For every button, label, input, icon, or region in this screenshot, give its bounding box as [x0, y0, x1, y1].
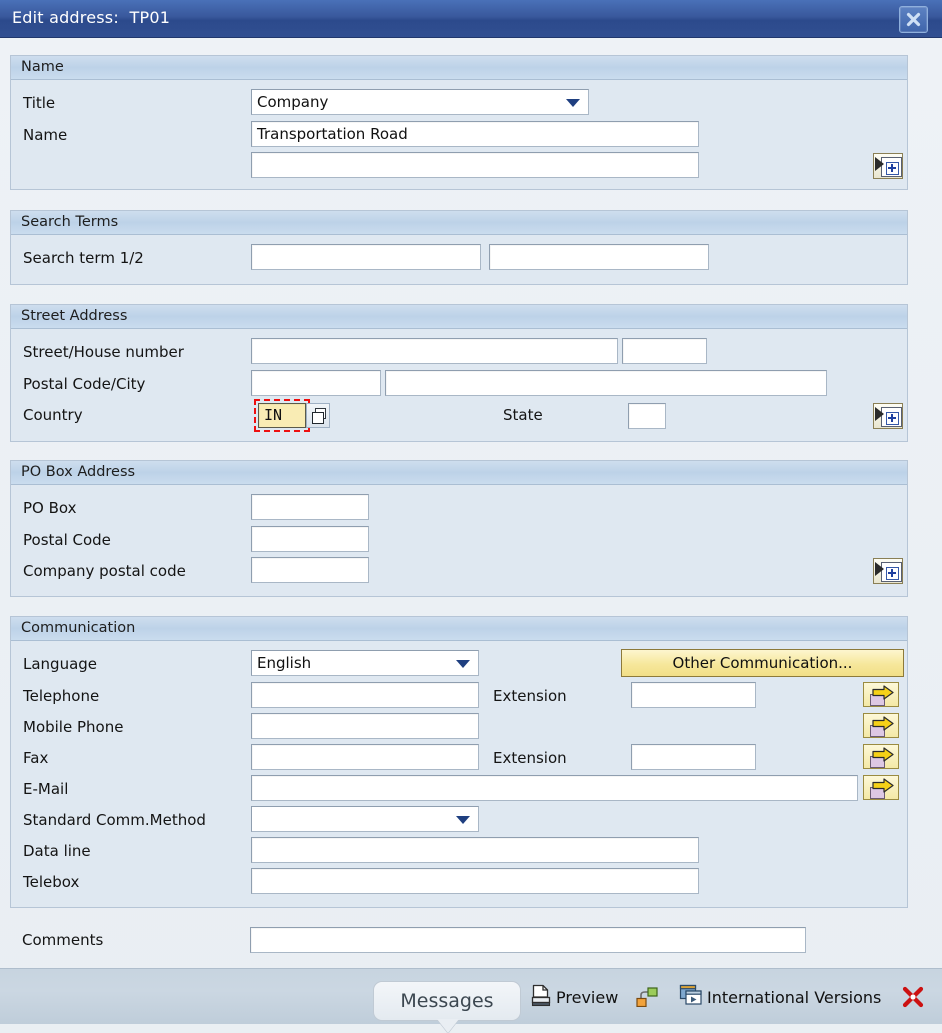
goto-arrow-icon-telephone[interactable] [863, 682, 899, 707]
details-expand-icon-pobox[interactable] [873, 558, 903, 584]
panel-street-address: Street Address Street/House number Posta… [10, 304, 908, 442]
telephone-input[interactable] [251, 682, 479, 708]
name-input[interactable]: Transportation Road [251, 121, 699, 147]
goto-arrow-icon-fax[interactable] [863, 744, 899, 769]
label-po-postal-code: Postal Code [23, 531, 111, 549]
label-po-box: PO Box [23, 499, 77, 517]
city-input[interactable] [385, 370, 827, 396]
label-name: Name [23, 126, 68, 144]
international-versions-icon [679, 984, 703, 1010]
telephone-extension-input[interactable] [631, 682, 756, 708]
language-dropdown-value: English [257, 654, 312, 672]
label-telephone: Telephone [23, 687, 100, 705]
tooltip-tail [437, 1019, 459, 1033]
email-input[interactable] [251, 775, 858, 801]
panel-search-terms-header-label: Search Terms [21, 214, 119, 230]
house-number-input[interactable] [622, 338, 707, 364]
panel-name-header-label: Name [21, 59, 64, 75]
edit-address-dialog: Edit address: TP01 Name Title Company Na… [0, 0, 942, 1033]
print-preview-icon [531, 984, 552, 1011]
country-input[interactable]: IN [258, 403, 306, 428]
footer-toolbar: Messages Preview International Versions [0, 968, 942, 1033]
search-term-2-input[interactable] [489, 244, 709, 270]
label-title: Title [23, 94, 56, 112]
label-street-house-number: Street/House number [23, 343, 184, 361]
label-state: State [503, 406, 543, 424]
panel-street-address-header-label: Street Address [21, 308, 128, 324]
fax-extension-input[interactable] [631, 744, 756, 770]
label-mobile-phone: Mobile Phone [23, 718, 124, 736]
postal-code-input[interactable] [251, 370, 381, 396]
chevron-down-icon [566, 99, 580, 107]
relationship-button[interactable] [635, 985, 659, 1011]
panel-po-box-address: PO Box Address PO Box Postal Code Compan… [10, 460, 908, 597]
po-postal-code-input[interactable] [251, 526, 369, 552]
title-dropdown[interactable]: Company [251, 89, 589, 115]
cancel-red-x-icon[interactable] [901, 985, 925, 1009]
search-help-icon-country[interactable] [306, 403, 330, 428]
panel-name-header: Name [11, 56, 907, 80]
label-telebox: Telebox [23, 873, 80, 891]
label-comments: Comments [22, 931, 104, 949]
state-input[interactable] [628, 403, 666, 429]
international-versions-button[interactable]: International Versions [679, 984, 881, 1010]
data-line-input[interactable] [251, 837, 699, 863]
relationship-icon [635, 985, 659, 1011]
label-email: E-Mail [23, 780, 69, 798]
close-icon[interactable] [899, 6, 928, 33]
label-telephone-extension: Extension [493, 687, 567, 705]
window-title: Edit address: TP01 [12, 8, 171, 27]
name2-input[interactable] [251, 152, 699, 178]
mobile-phone-input[interactable] [251, 713, 479, 739]
messages-button[interactable]: Messages [373, 981, 521, 1033]
label-fax-extension: Extension [493, 749, 567, 767]
label-fax: Fax [23, 749, 49, 767]
details-expand-icon-name[interactable] [873, 153, 903, 179]
title-dropdown-value: Company [257, 93, 329, 111]
standard-comm-method-dropdown[interactable] [251, 806, 479, 832]
messages-button-label: Messages [400, 990, 494, 1012]
international-versions-label: International Versions [707, 987, 882, 1007]
po-box-input[interactable] [251, 494, 369, 520]
fax-input[interactable] [251, 744, 479, 770]
preview-button[interactable]: Preview [531, 984, 618, 1011]
company-postal-code-input[interactable] [251, 557, 369, 583]
preview-label: Preview [556, 988, 619, 1007]
panel-name: Name Title Company Name Transportation R… [10, 55, 908, 190]
street-input[interactable] [251, 338, 618, 364]
panel-search-terms: Search Terms Search term 1/2 [10, 210, 908, 285]
label-country: Country [23, 406, 83, 424]
goto-arrow-icon-mobile[interactable] [863, 713, 899, 738]
panel-communication-header-label: Communication [21, 620, 136, 636]
panel-search-terms-header: Search Terms [11, 211, 907, 235]
label-company-postal-code: Company postal code [23, 562, 186, 580]
language-dropdown[interactable]: English [251, 650, 479, 676]
panel-street-address-header: Street Address [11, 305, 907, 329]
panel-communication: Communication Language English Other Com… [10, 616, 908, 908]
panel-po-box-header: PO Box Address [11, 461, 907, 485]
label-language: Language [23, 655, 98, 673]
telebox-input[interactable] [251, 868, 699, 894]
label-data-line: Data line [23, 842, 91, 860]
chevron-down-icon [456, 660, 470, 668]
label-postal-code-city: Postal Code/City [23, 375, 146, 393]
label-standard-comm-method: Standard Comm.Method [23, 811, 206, 829]
goto-arrow-icon-email[interactable] [863, 775, 899, 800]
search-term-1-input[interactable] [251, 244, 481, 270]
panel-communication-header: Communication [11, 617, 907, 641]
label-search-term: Search term 1/2 [23, 249, 144, 267]
comments-input[interactable] [250, 927, 806, 953]
other-communication-button[interactable]: Other Communication... [621, 649, 904, 677]
details-expand-icon-street[interactable] [873, 403, 903, 429]
title-bar: Edit address: TP01 [0, 0, 942, 38]
panel-po-box-header-label: PO Box Address [21, 464, 136, 480]
chevron-down-icon [456, 816, 470, 824]
